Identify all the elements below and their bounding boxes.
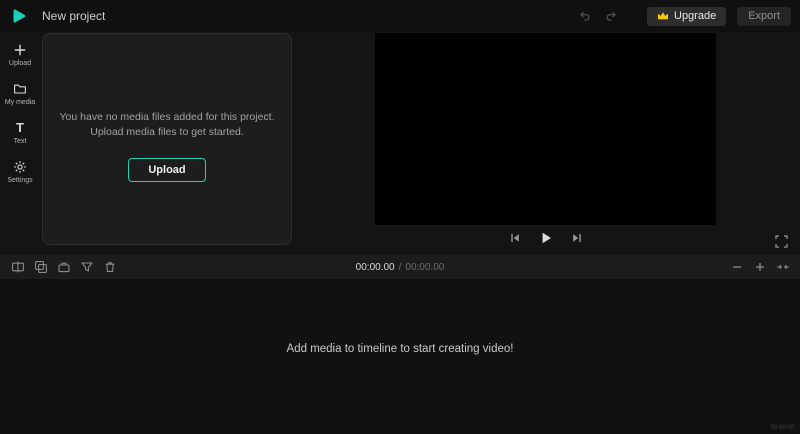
timeline-toolbar: 00:00.00/00:00.00 xyxy=(0,255,800,279)
time-display: 00:00.00/00:00.00 xyxy=(0,262,800,273)
archive-button[interactable] xyxy=(55,259,72,276)
folder-icon xyxy=(13,81,27,96)
crown-icon xyxy=(657,11,669,21)
timeline-empty-message: Add media to timeline to start creating … xyxy=(0,343,800,355)
zoom-fit-button[interactable] xyxy=(774,259,791,276)
topbar-actions: Upgrade Export xyxy=(575,6,791,26)
filter-button[interactable] xyxy=(78,259,95,276)
gear-icon xyxy=(13,159,27,174)
text-icon: T xyxy=(16,120,24,135)
project-title: New project xyxy=(42,9,105,23)
upgrade-label: Upgrade xyxy=(674,10,716,22)
redo-button[interactable] xyxy=(601,6,621,26)
zoom-out-button[interactable] xyxy=(728,259,745,276)
media-empty-line1: You have no media files added for this p… xyxy=(60,110,275,125)
sidebar-item-my-media[interactable]: My media xyxy=(0,81,40,106)
plus-icon xyxy=(13,42,27,57)
sidebar-item-text[interactable]: T Text xyxy=(0,120,40,145)
timeline-tools xyxy=(9,259,118,276)
export-button[interactable]: Export xyxy=(737,7,791,26)
total-duration: 00:00.00 xyxy=(405,262,444,273)
skip-forward-button[interactable] xyxy=(567,228,587,248)
sidebar-item-label: Settings xyxy=(7,177,32,184)
play-button[interactable] xyxy=(536,228,556,248)
media-empty-line2: Upload media files to get started. xyxy=(60,125,275,140)
timeline-zoom-controls xyxy=(728,259,791,276)
top-bar: New project Upgrad xyxy=(0,0,800,32)
upload-button[interactable]: Upload xyxy=(128,158,206,182)
skip-back-button[interactable] xyxy=(505,228,525,248)
zoom-in-button[interactable] xyxy=(751,259,768,276)
sidebar-item-label: My media xyxy=(5,99,35,106)
current-time: 00:00.00 xyxy=(356,262,395,273)
left-sidebar: Upload My media T Text Settings xyxy=(0,32,40,255)
app-root: New project Upgrad xyxy=(0,0,800,434)
undo-button[interactable] xyxy=(575,6,595,26)
media-panel: You have no media files added for this p… xyxy=(42,33,292,245)
footer-watermark: 00:00:00 xyxy=(771,425,794,431)
upgrade-button[interactable]: Upgrade xyxy=(647,7,726,26)
media-empty-message: You have no media files added for this p… xyxy=(60,110,275,140)
duplicate-button[interactable] xyxy=(32,259,49,276)
sidebar-item-upload[interactable]: Upload xyxy=(0,42,40,67)
time-separator: / xyxy=(399,262,402,273)
sidebar-item-label: Upload xyxy=(9,60,31,67)
sidebar-item-settings[interactable]: Settings xyxy=(0,159,40,184)
video-preview-canvas[interactable] xyxy=(375,33,716,225)
preview-controls xyxy=(375,228,716,248)
app-logo-icon[interactable] xyxy=(9,6,29,26)
trash-button[interactable] xyxy=(101,259,118,276)
sidebar-item-label: Text xyxy=(14,138,27,145)
split-button[interactable] xyxy=(9,259,26,276)
fullscreen-button[interactable] xyxy=(771,231,791,251)
timeline-area[interactable]: Add media to timeline to start creating … xyxy=(0,279,800,434)
